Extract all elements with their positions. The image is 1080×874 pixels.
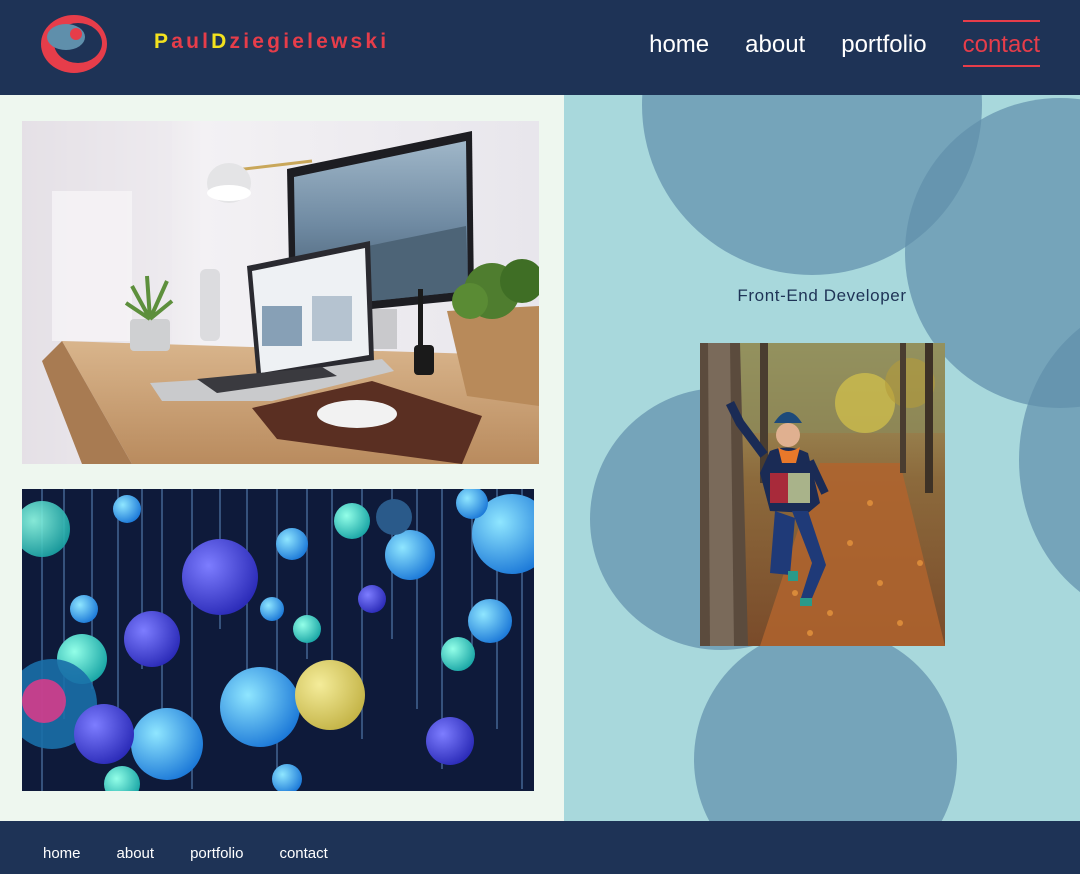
site-header: PaulDziegielewski home about portfolio c… (0, 0, 1080, 95)
footer-contact-link[interactable]: contact (279, 845, 327, 862)
footer-portfolio-link[interactable]: portfolio (190, 845, 243, 862)
brand-logo-icon[interactable] (38, 13, 110, 75)
site-footer: home about portfolio contact (0, 821, 1080, 874)
nav-home-link[interactable]: home (649, 20, 709, 67)
brand-first-rest: aul (171, 30, 212, 53)
decor-circle (694, 628, 957, 821)
footer-about-link[interactable]: about (117, 845, 155, 862)
footer-nav: home about portfolio contact (43, 845, 328, 862)
brand-initial-first: P (154, 30, 172, 53)
main-nav: home about portfolio contact (649, 20, 1040, 67)
light-spheres-photo (22, 489, 534, 791)
footer-home-link[interactable]: home (43, 845, 81, 862)
brand-last-rest: ziegielewski (229, 30, 390, 53)
gallery-column (0, 95, 564, 821)
hero-panel: Front-End Developer (564, 95, 1080, 821)
nav-contact-link[interactable]: contact (962, 20, 1040, 67)
nav-about-link[interactable]: about (745, 20, 805, 67)
profile-photo (700, 343, 945, 646)
nav-portfolio-link[interactable]: portfolio (841, 20, 926, 67)
workspace-photo (22, 121, 539, 464)
brand-name[interactable]: PaulDziegielewski (154, 30, 389, 54)
hero-subtitle: Front-End Developer (737, 286, 907, 305)
brand-initial-last: D (211, 30, 230, 53)
